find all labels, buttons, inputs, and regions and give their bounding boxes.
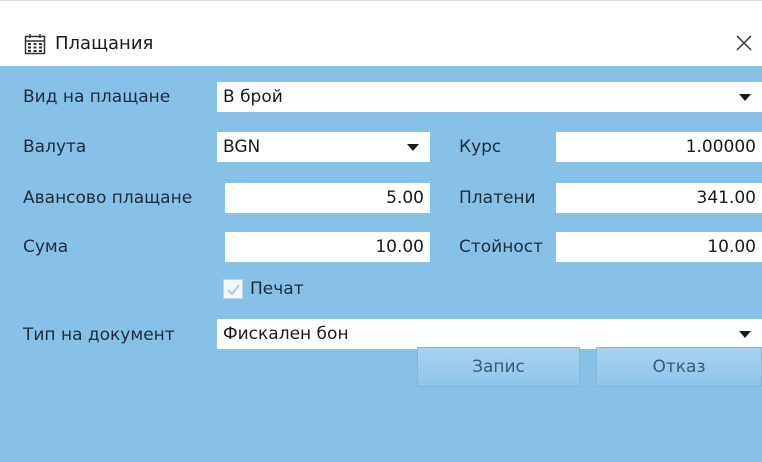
amount-field[interactable]: 10.00 [556, 232, 762, 262]
rate-field[interactable]: 1.00000 [556, 132, 762, 162]
advance-field[interactable]: 5.00 [225, 183, 430, 213]
advance-label: Авансово плащане [23, 188, 193, 208]
doc-type-value: Фискален бон [223, 324, 349, 344]
currency-value: BGN [223, 137, 261, 157]
doc-type-label: Тип на документ [23, 325, 175, 345]
close-icon[interactable] [732, 31, 756, 55]
calendar-grid-icon [24, 34, 46, 55]
payment-type-select[interactable]: В брой [217, 82, 762, 112]
title-bar: Плащания [0, 0, 762, 66]
payment-type-value: В брой [223, 87, 283, 107]
chevron-down-icon[interactable] [739, 331, 751, 338]
print-checkbox[interactable] [223, 279, 243, 299]
rate-label: Курс [459, 137, 502, 157]
save-button[interactable]: Запис [417, 347, 580, 387]
amount-label: Стойност [459, 237, 543, 257]
chevron-down-icon[interactable] [407, 144, 419, 151]
paid-field[interactable]: 341.00 [556, 183, 762, 213]
sum-label: Сума [23, 237, 69, 257]
currency-select[interactable]: BGN [217, 132, 430, 162]
doc-type-select[interactable]: Фискален бон [217, 319, 762, 349]
payment-type-label: Вид на плащане [23, 87, 171, 107]
check-icon [227, 284, 240, 296]
print-label: Печат [250, 279, 304, 299]
form-panel: Вид на плащане В брой Валута BGN Курс 1.… [0, 66, 762, 462]
window-title: Плащания [55, 33, 154, 54]
cancel-button[interactable]: Отказ [596, 347, 762, 387]
sum-field[interactable]: 10.00 [225, 232, 430, 262]
currency-label: Валута [23, 137, 87, 157]
paid-label: Платени [459, 188, 536, 208]
chevron-down-icon[interactable] [739, 94, 751, 101]
